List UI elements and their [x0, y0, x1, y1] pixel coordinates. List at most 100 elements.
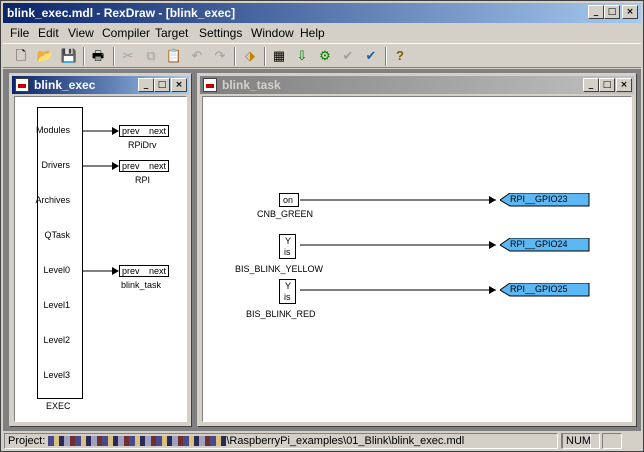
- redo-icon[interactable]: ↷: [210, 47, 230, 66]
- bis-blink-red-block[interactable]: Y is: [279, 279, 296, 304]
- toolbar: 🗋 📂 💾 🖶 ✂ ⧉ 📋 ↶ ↷ ⬗ ▦ ⇩ ⚙ ✔ ✔ ?: [3, 43, 641, 68]
- menu-edit[interactable]: Edit: [38, 26, 59, 40]
- prev-port: prev: [122, 161, 140, 171]
- diagnostics-icon[interactable]: ✔: [361, 47, 381, 66]
- target-icon[interactable]: ⬗: [240, 47, 260, 66]
- link-block-blink-task[interactable]: prev next: [119, 265, 169, 277]
- menu-compiler[interactable]: Compiler: [102, 26, 150, 40]
- print-icon[interactable]: 🖶: [88, 47, 108, 66]
- exec-canvas[interactable]: Modules Drivers Archives QTask Level0 Le…: [14, 96, 187, 422]
- new-icon[interactable]: 🗋: [11, 47, 31, 66]
- toolbar-separator: [113, 47, 115, 66]
- port-is: is: [284, 292, 291, 302]
- gpio24-output[interactable]: RPI__GPIO24: [500, 238, 590, 252]
- close-button[interactable]: ×: [171, 78, 187, 92]
- compile-icon[interactable]: ▦: [269, 47, 289, 66]
- bis-blink-yellow-block[interactable]: Y is: [279, 234, 296, 259]
- redacted-path: [48, 436, 227, 447]
- bis-blink-yellow-label: BIS_BLINK_YELLOW: [235, 264, 324, 274]
- menu-target[interactable]: Target: [155, 26, 188, 40]
- title-bar[interactable]: blink_exec.mdl - RexDraw - [blink_exec] …: [3, 3, 641, 23]
- app-window: blink_exec.mdl - RexDraw - [blink_exec] …: [0, 0, 644, 452]
- open-icon[interactable]: 📂: [35, 47, 55, 66]
- exec-window-titlebar[interactable]: blink_exec _ □ ×: [12, 76, 189, 94]
- port-level1: Level1: [43, 300, 70, 310]
- exec-window-title: blink_exec: [34, 78, 96, 92]
- status-bar: Project: \RaspberryPi_examples\01_Blink\…: [3, 432, 641, 450]
- mdi-area: blink_exec _ □ × Modules Drivers Archive…: [3, 69, 641, 431]
- menu-window[interactable]: Window: [251, 26, 294, 40]
- gpio23-label: RPI__GPIO23: [510, 194, 568, 204]
- link-label-rpi: RPI: [135, 175, 151, 185]
- minimize-button[interactable]: _: [583, 78, 599, 92]
- num-lock-indicator: NUM: [562, 433, 600, 449]
- gpio25-output[interactable]: RPI__GPIO25: [500, 283, 590, 297]
- maximize-button[interactable]: □: [154, 78, 170, 92]
- exec-block-label: EXEC: [46, 401, 71, 411]
- watch-icon[interactable]: ⚙: [315, 47, 335, 66]
- port-level0: Level0: [43, 265, 70, 275]
- task-window: blink_task _ □ × on CNB_GREEN Y is BIS_B…: [197, 73, 637, 427]
- prev-port: prev: [122, 126, 140, 136]
- next-port: next: [148, 266, 166, 276]
- cnb-green-block[interactable]: on: [279, 193, 299, 207]
- minimize-button[interactable]: _: [588, 5, 604, 19]
- diagnostics-icon[interactable]: ✔: [338, 47, 358, 66]
- project-path: \RaspberryPi_examples\01_Blink\blink_exe…: [226, 435, 465, 447]
- menu-help[interactable]: Help: [300, 26, 325, 40]
- project-path-pane: Project: \RaspberryPi_examples\01_Blink\…: [4, 433, 558, 449]
- task-wires: [300, 196, 496, 294]
- close-button[interactable]: ×: [622, 5, 638, 19]
- port-is: is: [284, 247, 291, 257]
- gpio24-label: RPI__GPIO24: [510, 239, 568, 249]
- copy-icon[interactable]: ⧉: [141, 47, 161, 66]
- exec-block[interactable]: [37, 107, 83, 399]
- menu-file[interactable]: File: [10, 26, 29, 40]
- project-label: Project:: [8, 435, 46, 447]
- port-qtask: QTask: [44, 230, 70, 240]
- port-drivers: Drivers: [41, 160, 71, 170]
- task-canvas[interactable]: on CNB_GREEN Y is BIS_BLINK_YELLOW Y is …: [202, 96, 632, 422]
- toolbar-separator: [385, 47, 387, 66]
- link-label-rpidrv: RPiDrv: [128, 140, 157, 150]
- port-archives: Archives: [35, 195, 70, 205]
- menu-view[interactable]: View: [68, 26, 94, 40]
- status-pane-empty: [602, 433, 622, 449]
- exec-window: blink_exec _ □ × Modules Drivers Archive…: [9, 73, 192, 427]
- window-title: blink_exec.mdl - RexDraw - [blink_exec]: [7, 6, 236, 20]
- link-block-rpi[interactable]: prev next: [119, 160, 169, 172]
- cut-icon[interactable]: ✂: [118, 47, 138, 66]
- help-icon[interactable]: ?: [390, 47, 410, 66]
- port-y: Y: [285, 236, 292, 246]
- port-level2: Level2: [43, 335, 70, 345]
- maximize-button[interactable]: □: [604, 5, 620, 19]
- toolbar-separator: [83, 47, 85, 66]
- close-button[interactable]: ×: [616, 78, 632, 92]
- mdl-icon: [203, 78, 217, 92]
- port-modules: Modules: [35, 125, 70, 135]
- port-level3: Level3: [43, 370, 70, 380]
- bis-blink-red-label: BIS_BLINK_RED: [246, 309, 316, 319]
- next-port: next: [148, 126, 166, 136]
- menu-bar: File Edit View Compiler Target Settings …: [3, 24, 641, 42]
- task-window-titlebar[interactable]: blink_task _ □ ×: [200, 76, 634, 94]
- menu-settings[interactable]: Settings: [199, 26, 242, 40]
- toolbar-separator: [234, 47, 236, 66]
- cnb-green-label: CNB_GREEN: [257, 209, 314, 219]
- next-port: next: [148, 161, 166, 171]
- task-window-title: blink_task: [222, 78, 281, 92]
- maximize-button[interactable]: □: [599, 78, 615, 92]
- port-on: on: [283, 195, 294, 205]
- link-block-rpidrv[interactable]: prev next: [119, 125, 169, 137]
- minimize-button[interactable]: _: [138, 78, 154, 92]
- gpio25-label: RPI__GPIO25: [510, 284, 568, 294]
- download-icon[interactable]: ⇩: [292, 47, 312, 66]
- paste-icon[interactable]: 📋: [164, 47, 184, 66]
- link-label-blink-task: blink_task: [121, 280, 162, 290]
- undo-icon[interactable]: ↶: [187, 47, 207, 66]
- gpio23-output[interactable]: RPI__GPIO23: [500, 193, 590, 207]
- port-y: Y: [285, 281, 292, 291]
- save-icon[interactable]: 💾: [59, 47, 79, 66]
- prev-port: prev: [122, 266, 140, 276]
- mdl-icon: [15, 78, 29, 92]
